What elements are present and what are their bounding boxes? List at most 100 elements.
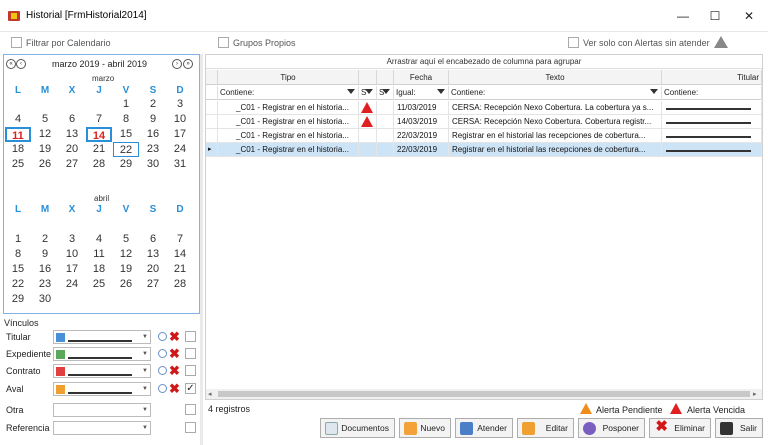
vinculo-checkbox[interactable]: [185, 348, 196, 359]
calendar-day[interactable]: 10: [167, 112, 193, 127]
chevron-down-icon[interactable]: ▼: [142, 368, 148, 374]
calendar-day[interactable]: 22: [113, 142, 139, 157]
clear-icon[interactable]: ✖: [169, 382, 180, 395]
column-header-titular[interactable]: Titular: [662, 70, 762, 85]
calendar-day[interactable]: 1: [113, 97, 139, 112]
cell-texto[interactable]: CERSA: Recepción Nexo Cobertura. Cobertu…: [449, 115, 662, 129]
filter-s2[interactable]: S: [377, 86, 394, 100]
calendar-day[interactable]: 9: [32, 247, 58, 262]
cell-fecha[interactable]: 22/03/2019: [394, 143, 449, 157]
column-header-s1[interactable]: [359, 70, 377, 85]
minimize-button[interactable]: —: [666, 6, 700, 26]
column-header-fecha[interactable]: Fecha: [394, 70, 449, 85]
calendar-day[interactable]: 12: [32, 127, 58, 142]
prev-year-icon[interactable]: «: [6, 59, 16, 69]
eliminar-button[interactable]: ✖ Eliminar: [649, 418, 711, 438]
vinculo-combo[interactable]: ▼: [53, 403, 151, 417]
chevron-down-icon[interactable]: ▼: [142, 425, 148, 431]
clear-icon[interactable]: ✖: [169, 347, 180, 360]
atender-button[interactable]: Atender: [455, 418, 513, 438]
chevron-down-icon[interactable]: ▼: [142, 386, 148, 392]
search-icon[interactable]: [158, 384, 167, 393]
calendar-day[interactable]: 5: [113, 232, 139, 247]
nuevo-button[interactable]: Nuevo: [399, 418, 451, 438]
calendar-day[interactable]: 26: [32, 157, 58, 172]
filter-icon[interactable]: [650, 89, 658, 94]
calendar-day[interactable]: 6: [140, 232, 166, 247]
calendar-day[interactable]: 20: [59, 142, 85, 157]
filter-icon[interactable]: [382, 89, 390, 94]
documentos-button[interactable]: Documentos: [320, 418, 395, 438]
calendar-day[interactable]: 4: [86, 232, 112, 247]
calendar-day[interactable]: 18: [86, 262, 112, 277]
filter-tipo[interactable]: Contiene:: [218, 86, 359, 100]
cell-texto[interactable]: Registrar en el historial las recepcione…: [449, 143, 662, 157]
calendar-day[interactable]: 1: [5, 232, 31, 247]
calendar-day[interactable]: 20: [140, 262, 166, 277]
calendar-day[interactable]: 29: [113, 157, 139, 172]
cell-texto[interactable]: Registrar en el historial las recepcione…: [449, 129, 662, 143]
calendar-day[interactable]: 30: [140, 157, 166, 172]
chevron-down-icon[interactable]: ▼: [142, 351, 148, 357]
cell-titular[interactable]: [662, 115, 762, 129]
calendar-day[interactable]: 27: [140, 277, 166, 292]
filter-fecha[interactable]: Igual:: [394, 86, 449, 100]
calendar-day[interactable]: 27: [59, 157, 85, 172]
calendar-day[interactable]: 3: [167, 97, 193, 112]
scrollbar-thumb[interactable]: [218, 391, 750, 397]
calendar-day[interactable]: 11: [86, 247, 112, 262]
calendar-day[interactable]: 23: [140, 142, 166, 157]
filter-titular[interactable]: Contiene:: [662, 86, 762, 100]
calendar-day[interactable]: 3: [59, 232, 85, 247]
cell-tipo[interactable]: _C01 - Registrar en el historia...: [218, 101, 359, 115]
next-year-icon[interactable]: »: [183, 59, 193, 69]
calendar-day[interactable]: 15: [5, 262, 31, 277]
cell-status[interactable]: [377, 129, 394, 143]
calendar-day[interactable]: 17: [167, 127, 193, 142]
calendar-day[interactable]: 28: [86, 157, 112, 172]
salir-button[interactable]: Salir: [715, 418, 763, 438]
own-groups-checkbox[interactable]: [218, 37, 229, 48]
cell-alert[interactable]: [359, 143, 377, 157]
calendar-day[interactable]: 18: [5, 142, 31, 157]
cell-status[interactable]: [377, 115, 394, 129]
clear-icon[interactable]: ✖: [169, 364, 180, 377]
alerts-only-checkbox[interactable]: [568, 37, 579, 48]
calendar-day[interactable]: 15: [113, 127, 139, 142]
calendar-day[interactable]: 25: [5, 157, 31, 172]
cell-fecha[interactable]: 14/03/2019: [394, 115, 449, 129]
cell-alert[interactable]: [359, 115, 377, 129]
calendar-day[interactable]: 25: [86, 277, 112, 292]
calendar-day[interactable]: 2: [32, 232, 58, 247]
filter-s1[interactable]: S: [359, 86, 377, 100]
vinculo-checkbox[interactable]: [185, 422, 196, 433]
cell-texto[interactable]: CERSA: Recepción Nexo Cobertura. La cobe…: [449, 101, 662, 115]
next-month-icon[interactable]: ›: [172, 59, 182, 69]
filter-texto[interactable]: Contiene:: [449, 86, 662, 100]
calendar-day[interactable]: 23: [32, 277, 58, 292]
column-header-tipo[interactable]: Tipo: [218, 70, 359, 85]
vinculo-checkbox[interactable]: [185, 404, 196, 415]
cell-status[interactable]: [377, 143, 394, 157]
calendar-day[interactable]: 9: [140, 112, 166, 127]
calendar-day[interactable]: 4: [5, 112, 31, 127]
calendar-day[interactable]: 29: [5, 292, 31, 307]
cell-titular[interactable]: [662, 101, 762, 115]
vinculo-combo[interactable]: ▼: [53, 347, 151, 361]
column-header-s2[interactable]: [377, 70, 394, 85]
vinculo-combo[interactable]: ▼: [53, 330, 151, 344]
calendar-day[interactable]: 21: [167, 262, 193, 277]
calendar-day[interactable]: 24: [59, 277, 85, 292]
cell-alert[interactable]: [359, 101, 377, 115]
calendar-day[interactable]: 7: [86, 112, 112, 127]
calendar-day[interactable]: 10: [59, 247, 85, 262]
cell-fecha[interactable]: 11/03/2019: [394, 101, 449, 115]
cell-fecha[interactable]: 22/03/2019: [394, 129, 449, 143]
prev-month-icon[interactable]: ‹: [16, 59, 26, 69]
calendar-day[interactable]: 21: [86, 142, 112, 157]
calendar-day[interactable]: 16: [140, 127, 166, 142]
editar-button[interactable]: Editar: [517, 418, 574, 438]
cell-tipo[interactable]: _C01 - Registrar en el historia...: [218, 143, 359, 157]
cell-titular[interactable]: [662, 143, 762, 157]
column-header-texto[interactable]: Texto: [449, 70, 662, 85]
